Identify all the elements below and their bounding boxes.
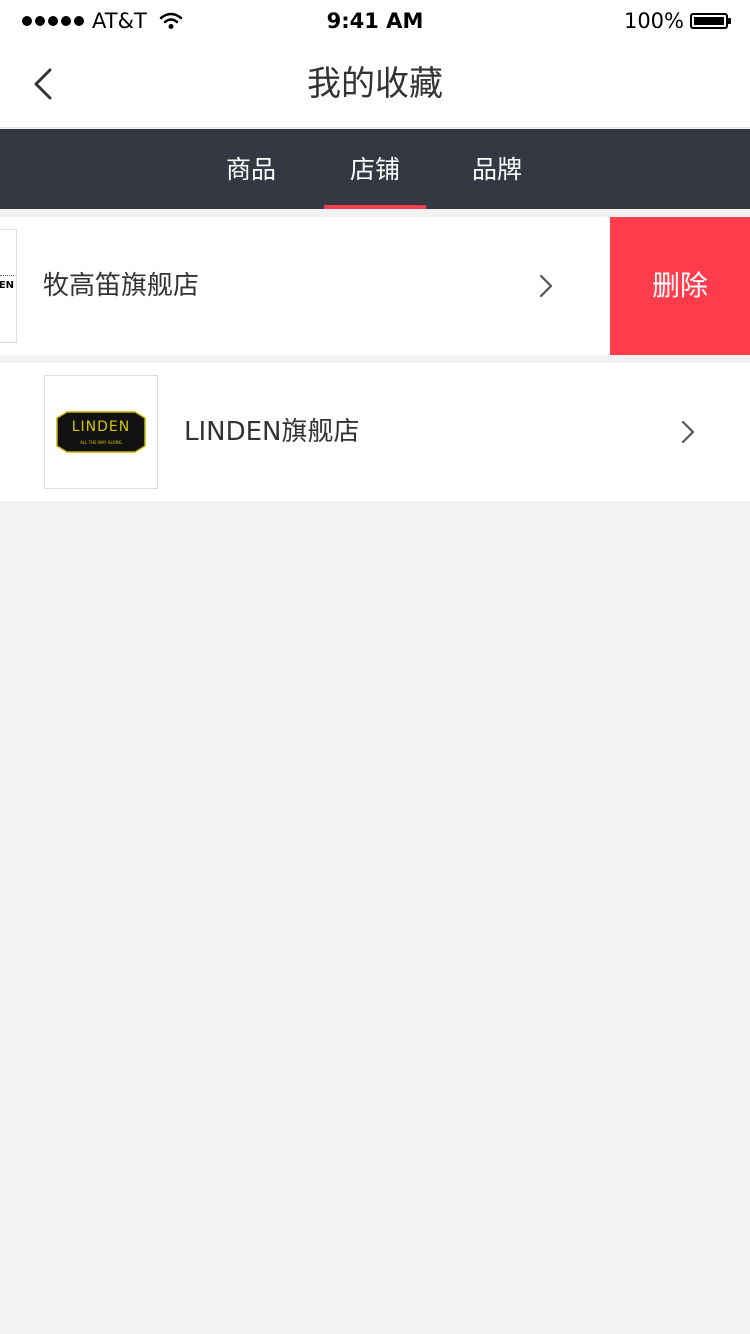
page-title: 我的收藏 <box>307 64 443 104</box>
store-name: 牧高笛旗舰店 <box>43 271 200 301</box>
chevron-left-icon <box>34 68 52 100</box>
tab-stores[interactable]: 店铺 <box>324 129 426 209</box>
store-logo: LINDEN ALL THE WAY ALONG <box>44 375 158 489</box>
tab-label: 商品 <box>225 155 276 184</box>
store-name: LINDEN旗舰店 <box>184 417 360 447</box>
store-logo-tagline: ALL THE WAY ALONG <box>80 440 122 445</box>
chevron-right-icon <box>539 274 553 298</box>
tab-label: 品牌 <box>471 155 522 184</box>
back-button[interactable] <box>26 62 66 106</box>
battery-icon <box>690 13 731 29</box>
store-logo-text: EN <box>0 280 14 291</box>
delete-button[interactable]: 删除 <box>610 217 750 355</box>
store-row[interactable]: EN 牧高笛旗舰店 删除 <box>0 217 750 355</box>
tab-brands[interactable]: 品牌 <box>446 129 548 209</box>
battery-label: 100% <box>623 9 684 33</box>
tab-products[interactable]: 商品 <box>200 129 302 209</box>
nav-bar: 我的收藏 <box>0 40 750 128</box>
store-row[interactable]: LINDEN ALL THE WAY ALONG LINDEN旗舰店 <box>0 363 750 501</box>
tab-label: 店铺 <box>349 155 400 184</box>
store-logo-text: LINDEN <box>71 419 131 435</box>
status-bar: AT&T 9:41 AM 100% <box>0 0 750 40</box>
chevron-right-icon <box>681 420 695 444</box>
status-right: 100% <box>623 9 731 33</box>
tab-bar: 商品 店铺 品牌 <box>0 129 750 209</box>
store-logo: EN <box>0 229 17 343</box>
